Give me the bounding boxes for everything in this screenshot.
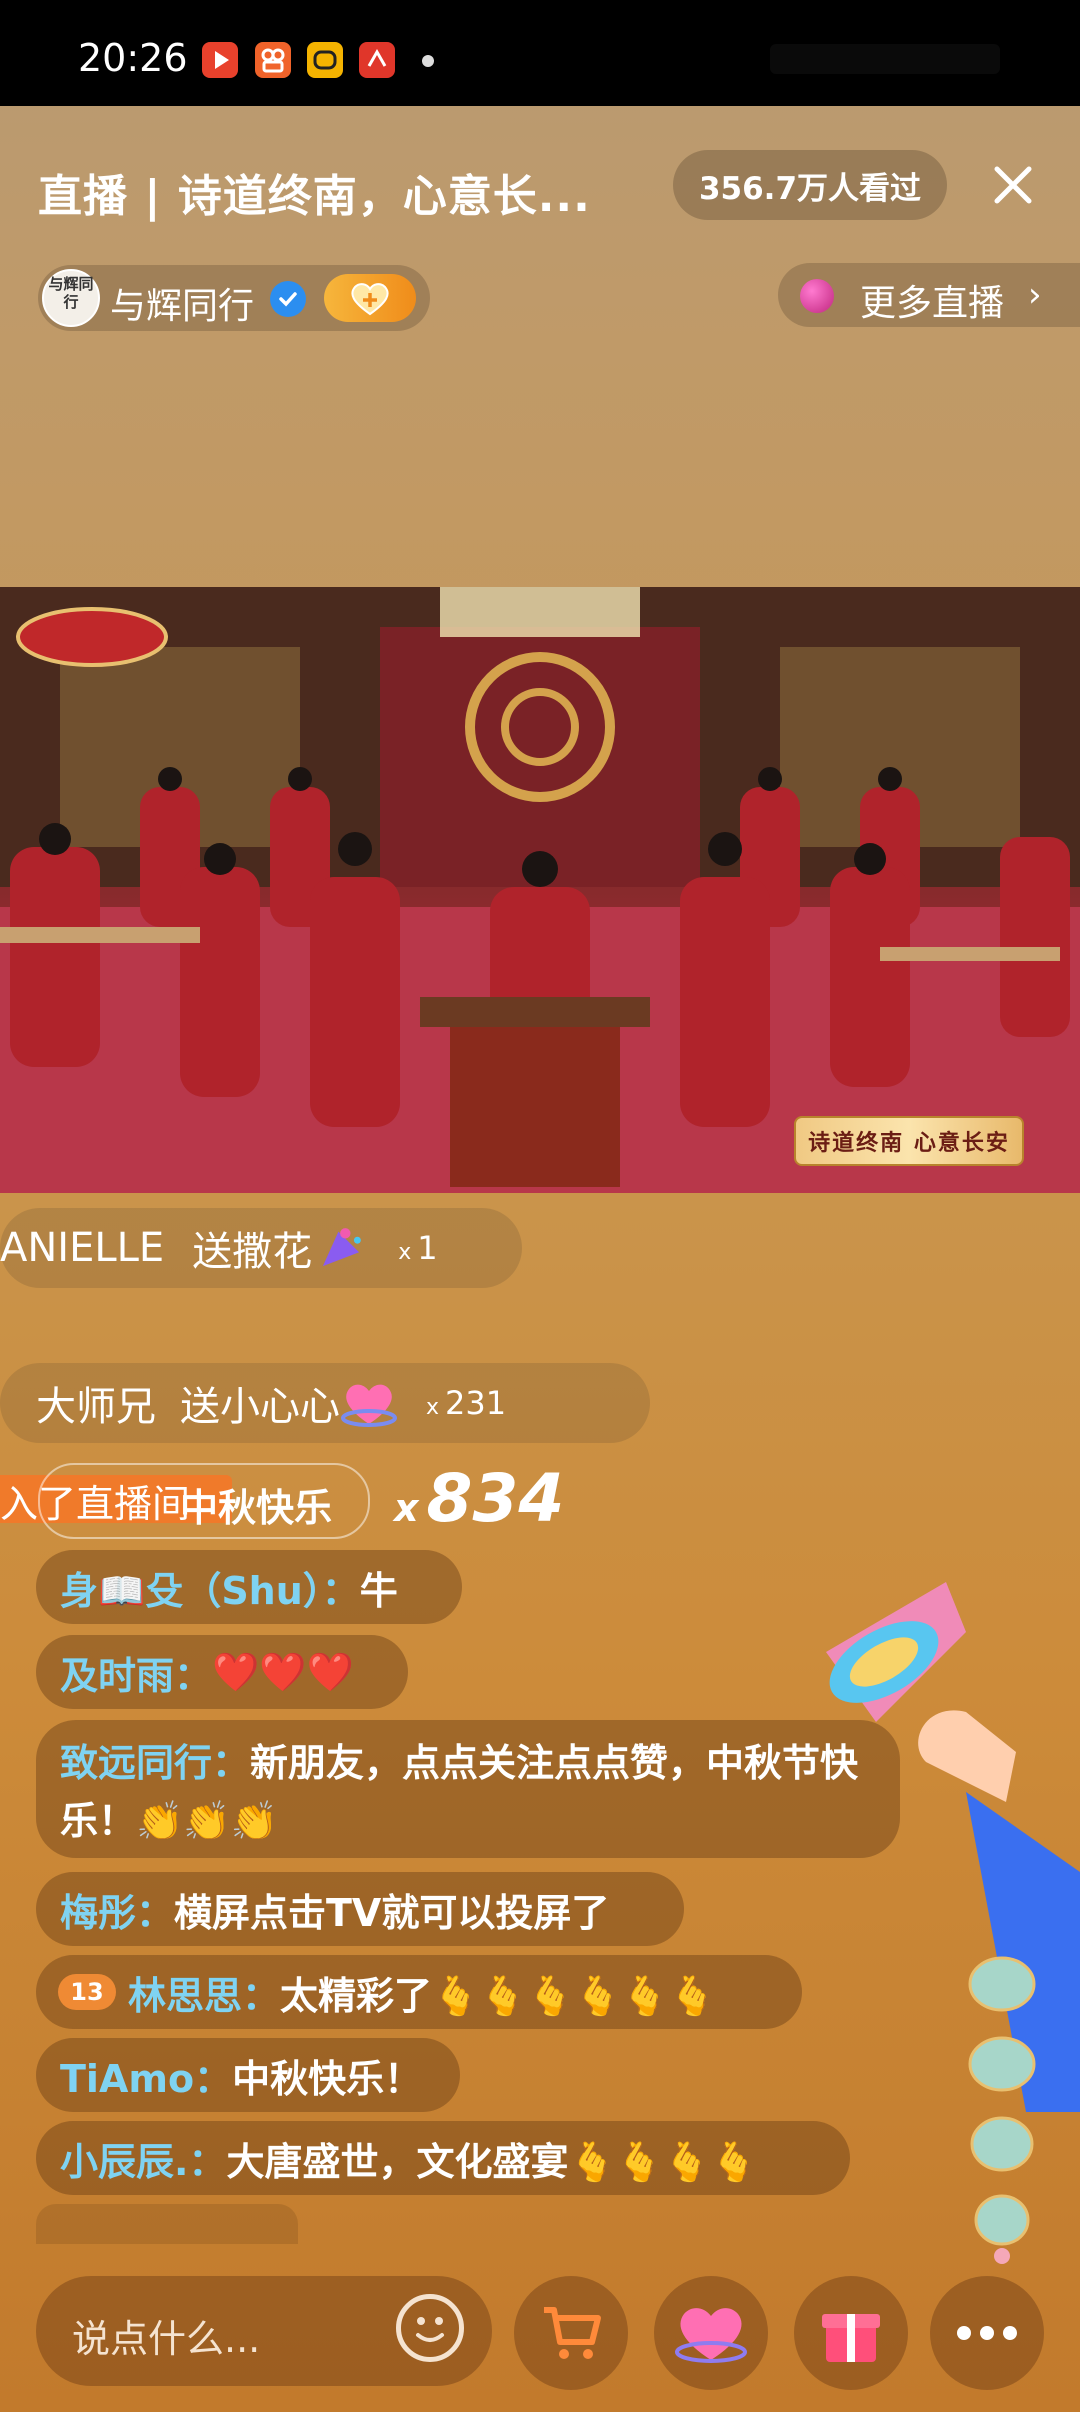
comment-item[interactable]: 身📖殳（Shu）： 牛 [36,1550,462,1624]
gift-count: x 231 [426,1384,507,1422]
taxi-app-icon [307,42,343,78]
heart-gift-icon [341,1384,397,1427]
bottom-action-bar: 说点什么... [0,2272,1080,2412]
gift-count: x1 [398,1229,438,1267]
video-app-icon [202,42,238,78]
comment-text: 牛 [359,1568,398,1613]
comment-author[interactable]: 小辰辰.： [60,2131,226,2186]
comment-text: 横屏点击TV就可以投屏了 [174,1890,610,1935]
kuaishou-app-icon [255,42,291,78]
comment-text: ❤️❤️❤️ [212,1649,354,1694]
like-heart-button[interactable] [654,2276,768,2390]
host-info-pill[interactable]: 与辉同行 与辉同行 [38,265,430,331]
gift-button[interactable] [794,2276,908,2390]
gift-box-icon [822,2314,880,2362]
close-button[interactable] [983,150,1043,220]
comment-author[interactable]: 致远同行： [60,1741,250,1785]
comment-author[interactable]: 及时雨： [60,1645,212,1700]
comment-input[interactable]: 说点什么... [36,2276,492,2386]
comment-item[interactable]: TiAmo： 中秋快乐！ [36,2038,460,2112]
shopping-app-icon [359,42,395,78]
emoji-icon[interactable] [396,2294,464,2362]
comment-text: 太精彩了🫰🫰🫰🫰🫰🫰 [280,1973,716,2018]
entry-pill-text: 中秋快乐 [180,1486,333,1530]
gift-notification-row: ANIELLE 送撒花 x1 [0,1208,522,1288]
video-caption-banner: 诗道终南 心意长安 [794,1116,1024,1166]
faded-comment-item [36,2204,298,2244]
planet-icon [800,279,834,313]
comment-author[interactable]: TiAmo： [60,2048,232,2103]
lantern-decoration-icon [968,1956,1036,2264]
verified-check-icon [270,281,306,317]
heart-icon [675,2308,747,2363]
user-entry-notification: 入了直播间 中秋快乐 [0,1463,370,1539]
golden-heart-plus-icon [351,283,389,316]
video-frame-scene [0,587,1080,1193]
comment-item[interactable]: 小辰辰.： 大唐盛世，文化盛宴🫰🫰🫰🫰 [36,2121,850,2195]
comment-author[interactable]: 梅彤： [60,1882,174,1937]
gift-action: 送撒花 [192,1229,313,1275]
clock: 20:26 [78,36,188,80]
close-icon [994,166,1032,204]
comment-author[interactable]: 身📖殳（Shu）： [60,1560,360,1615]
gift-sender: 大师兄 [36,1384,156,1430]
combo-counter: x 834 [394,1460,565,1537]
viewer-count-badge[interactable]: 356.7万人看过 [673,150,947,220]
more-live-button[interactable]: 更多直播 › [778,263,1080,327]
comment-item[interactable]: 致远同行：新朋友，点点关注点点赞，中秋节快乐！👏👏👏 [36,1720,900,1858]
confetti-gift-icon [323,1228,362,1267]
more-live-label: 更多直播 [860,283,1005,324]
entry-pill: 中秋快乐 [38,1463,370,1539]
comment-author[interactable]: 林思思： [128,1965,280,2020]
host-name[interactable]: 与辉同行 [110,277,254,329]
follow-heart-button[interactable] [324,274,416,322]
chevron-right-icon: › [1028,275,1042,315]
shopping-cart-button[interactable] [514,2276,628,2390]
comment-input-placeholder: 说点什么... [72,2317,261,2361]
system-status-icons [770,44,1000,74]
more-dots-icon [957,2326,1017,2340]
gift-action: 送小心心 [180,1384,340,1430]
host-avatar[interactable]: 与辉同行 [42,269,100,327]
live-video-player[interactable] [0,587,1080,1193]
comment-text: 中秋快乐！ [232,2056,423,2101]
more-options-button[interactable] [930,2276,1044,2390]
comment-item[interactable]: 梅彤： 横屏点击TV就可以投屏了 [36,1872,684,1946]
comment-item[interactable]: 及时雨： ❤️❤️❤️ [36,1635,408,1709]
notification-dot-icon [422,55,434,67]
live-title: 直播 | 诗道终南，心意长... [38,171,591,222]
gift-sender: ANIELLE [0,1225,165,1271]
show-logo-icon [16,607,168,667]
gift-notification-row: 大师兄 送小心心 x 231 [0,1363,650,1443]
fan-level-badge: 13 [58,1974,116,2010]
comment-item[interactable]: 13 林思思： 太精彩了🫰🫰🫰🫰🫰🫰 [36,1955,802,2029]
comment-text: 大唐盛世，文化盛宴🫰🫰🫰🫰 [226,2139,758,2184]
status-bar: 20:26 [0,0,1080,106]
shopping-cart-icon [544,2307,601,2359]
